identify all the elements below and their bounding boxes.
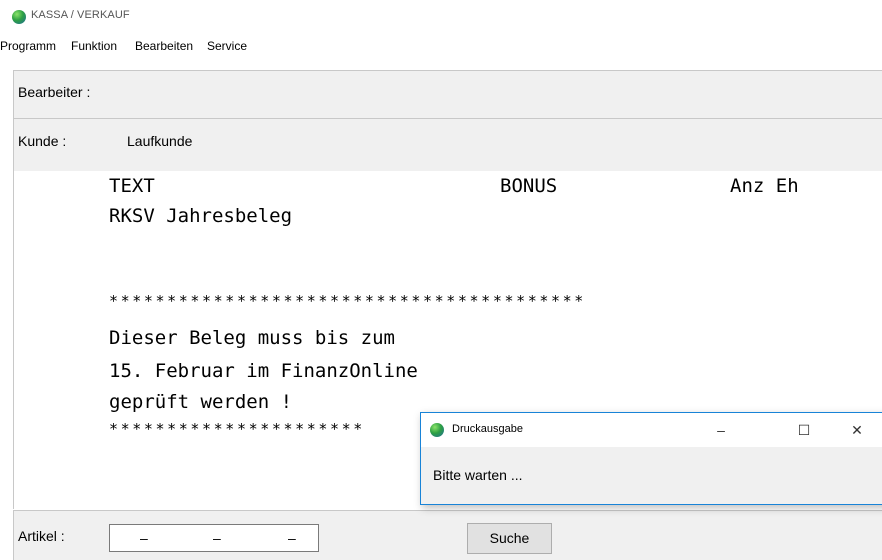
window-title: KASSA / VERKAUF xyxy=(31,9,130,21)
column-text-header: TEXT xyxy=(109,175,155,197)
receipt-message-line1: Dieser Beleg muss bis zum xyxy=(109,327,395,349)
receipt-message-line2: 15. Februar im FinanzOnline xyxy=(109,360,418,382)
maximize-button[interactable]: ☐ xyxy=(793,419,815,441)
dialog-title: Druckausgabe xyxy=(452,423,523,435)
close-button[interactable]: ✕ xyxy=(846,419,868,441)
app-logo-icon xyxy=(12,10,26,24)
minimize-button[interactable]: – xyxy=(710,419,732,441)
kunde-value: Laufkunde xyxy=(127,133,193,149)
artikel-segment-2: – xyxy=(213,530,221,546)
print-dialog: Druckausgabe – ☐ ✕ Bitte warten ... xyxy=(420,412,882,505)
receipt-message-line3: geprüft werden ! xyxy=(109,391,293,413)
artikel-label: Artikel : xyxy=(18,528,65,544)
panel-divider xyxy=(14,118,882,119)
window-titlebar: KASSA / VERKAUF xyxy=(0,0,882,32)
dialog-app-icon xyxy=(430,423,444,437)
column-bonus-header: BONUS xyxy=(500,175,558,197)
menu-service[interactable]: Service xyxy=(207,39,247,53)
artikel-segment-1: – xyxy=(140,530,148,546)
dialog-titlebar[interactable]: Druckausgabe – ☐ ✕ xyxy=(421,413,882,447)
column-anz-header: Anz Eh xyxy=(730,175,799,197)
receipt-stars-bottom: ********************** xyxy=(109,420,365,438)
bearbeiter-label: Bearbeiter : xyxy=(18,84,91,100)
kunde-label: Kunde : xyxy=(18,133,67,149)
receipt-line-title: RKSV Jahresbeleg xyxy=(109,205,293,227)
dialog-message: Bitte warten ... xyxy=(433,467,523,483)
menu-bearbeiten[interactable]: Bearbeiten xyxy=(135,39,193,53)
header-panel: Bearbeiter : Kunde : Laufkunde xyxy=(13,70,882,171)
menu-programm[interactable]: Programm xyxy=(0,39,56,53)
artikel-segment-3: – xyxy=(288,530,296,546)
artikel-input[interactable]: – – – xyxy=(109,524,319,552)
article-bar: Artikel : – – – Suche xyxy=(13,510,882,560)
search-button[interactable]: Suche xyxy=(467,523,552,554)
receipt-stars-top: ****************************************… xyxy=(109,292,586,310)
menu-funktion[interactable]: Funktion xyxy=(71,39,117,53)
